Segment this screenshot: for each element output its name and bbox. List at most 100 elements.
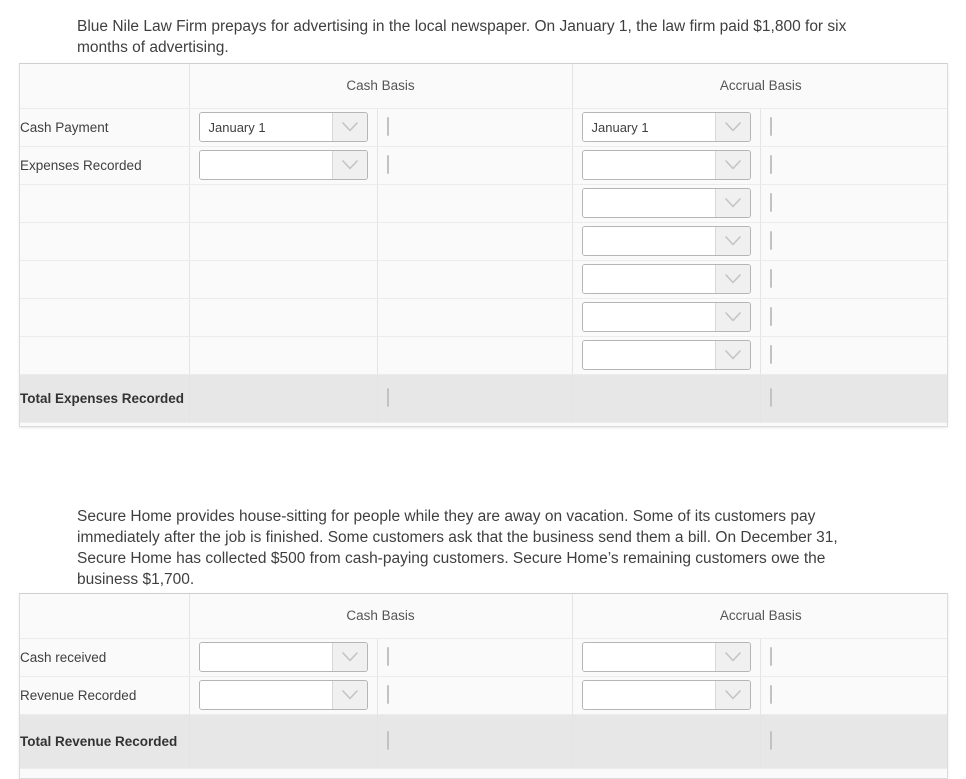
header-cash-basis: Cash Basis (189, 64, 573, 109)
chevron-down-icon[interactable] (331, 643, 367, 671)
accrual-amount-input[interactable] (769, 231, 772, 250)
table-row: Expenses Recorded (20, 146, 947, 185)
accrual-date-select[interactable] (581, 302, 751, 332)
accrual-date-select[interactable] (581, 680, 751, 710)
accrual-date-select[interactable] (581, 188, 751, 218)
accrual-date-select-value (582, 341, 715, 369)
cash-select-cell-empty (189, 184, 378, 223)
row-label: Revenue Recorded (20, 676, 190, 715)
accrual-select-cell (572, 184, 761, 223)
total-cell (761, 388, 948, 407)
table-row: Cash Payment January 1 January 1 (20, 108, 948, 147)
cash-amount-input[interactable] (386, 117, 389, 136)
chevron-down-icon[interactable] (714, 151, 750, 179)
accrual-date-select-value (582, 151, 715, 179)
cell-padding (761, 117, 948, 136)
table-row (20, 336, 947, 375)
accrual-amount-input[interactable] (769, 685, 772, 704)
cash-date-select[interactable] (198, 642, 368, 672)
accrual-amount-input[interactable] (769, 269, 772, 288)
accrual-amount-input[interactable] (769, 647, 772, 666)
cash-date-select[interactable]: January 1 (198, 112, 368, 142)
cell-padding (378, 685, 572, 704)
accrual-date-select[interactable] (581, 642, 751, 672)
total-row-label: Total Expenses Recorded (20, 374, 190, 423)
cell-padding (190, 680, 377, 710)
accrual-total-input[interactable] (769, 388, 772, 407)
cash-date-select[interactable] (198, 150, 368, 180)
accrual-date-select[interactable] (581, 150, 751, 180)
table-row (20, 260, 948, 299)
cash-total-cell (377, 714, 573, 769)
accrual-date-select[interactable]: January 1 (581, 112, 751, 142)
cash-amount-input[interactable] (386, 685, 389, 704)
problem-prompt-secure-home: Secure Home provides house-sitting for p… (77, 508, 838, 588)
chevron-down-icon[interactable] (714, 341, 750, 369)
cell-padding (761, 193, 948, 212)
cash-amount-input[interactable] (386, 647, 389, 666)
accrual-date-select-value: January 1 (582, 113, 715, 141)
accrual-date-select[interactable] (581, 264, 751, 294)
chevron-down-icon[interactable] (331, 151, 367, 179)
accrual-amount-input[interactable] (769, 345, 772, 364)
cell-padding (573, 188, 760, 218)
accrual-select-cell (572, 260, 761, 299)
cell-padding (573, 226, 760, 256)
cell-padding (573, 680, 760, 710)
cell-padding (573, 302, 760, 332)
cash-amount-input[interactable] (386, 155, 389, 174)
table-row: Cash received (20, 638, 947, 677)
accrual-total-spacer (572, 374, 761, 423)
chevron-down-icon[interactable] (331, 681, 367, 709)
cash-date-select-value (199, 151, 332, 179)
chevron-down-icon[interactable] (714, 681, 750, 709)
cash-total-input[interactable] (386, 388, 389, 407)
cash-select-cell (189, 638, 378, 677)
table-row (20, 184, 948, 223)
cash-date-select-value (199, 681, 332, 709)
accrual-date-select[interactable] (581, 226, 751, 256)
chevron-down-icon[interactable] (714, 189, 750, 217)
cash-date-select[interactable] (198, 680, 368, 710)
header-row: Cash Basis Accrual Basis (20, 594, 947, 639)
table-head: Cash Basis Accrual Basis (20, 594, 947, 639)
row-label: Cash Payment (20, 108, 190, 147)
accrual-total-input[interactable] (769, 731, 772, 750)
total-cell (761, 731, 948, 750)
cash-amount-cell (377, 638, 573, 677)
chevron-down-icon[interactable] (714, 227, 750, 255)
cash-amount-cell-empty (377, 298, 573, 337)
accrual-amount-cell (760, 298, 947, 337)
cell-padding (761, 269, 948, 288)
cash-total-input[interactable] (386, 731, 389, 750)
accrual-total-cell (760, 374, 948, 423)
row-label: Expenses Recorded (20, 146, 190, 185)
cash-select-cell-empty (189, 222, 378, 261)
accrual-total-spacer (572, 714, 761, 769)
header-accrual-basis: Accrual Basis (572, 594, 947, 639)
accrual-date-select[interactable] (581, 340, 751, 370)
accrual-amount-input[interactable] (769, 117, 772, 136)
worksheet-page: Blue Nile Law Firm prepays for advertisi… (0, 0, 966, 779)
cash-total-cell (377, 374, 573, 423)
table-row (20, 298, 947, 337)
chevron-down-icon[interactable] (714, 113, 750, 141)
cell-padding (190, 642, 377, 672)
cell-padding: January 1 (190, 112, 377, 142)
cell-padding (190, 150, 377, 180)
chevron-down-icon[interactable] (714, 303, 750, 331)
accrual-select-cell (572, 676, 761, 715)
chevron-down-icon[interactable] (714, 265, 750, 293)
row-label (20, 336, 190, 375)
accrual-date-select-value (582, 227, 715, 255)
total-row-label: Total Revenue Recorded (20, 714, 190, 769)
total-cell (378, 731, 572, 750)
accrual-amount-cell (760, 260, 948, 299)
cash-total-spacer (189, 374, 378, 423)
chevron-down-icon[interactable] (714, 643, 750, 671)
accrual-amount-input[interactable] (769, 307, 772, 326)
chevron-down-icon[interactable] (331, 113, 367, 141)
accrual-amount-input[interactable] (769, 193, 772, 212)
accrual-select-cell (572, 298, 761, 337)
accrual-amount-input[interactable] (769, 155, 772, 174)
